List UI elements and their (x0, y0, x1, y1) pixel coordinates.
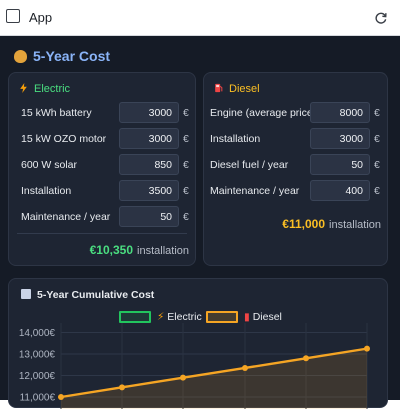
window-icon (6, 9, 20, 23)
electric-total: €10,350 installation (90, 243, 189, 257)
electric-row-label: Maintenance / year (21, 211, 111, 223)
app-title: App (29, 10, 53, 25)
diesel-row-label: Maintenance / year (210, 185, 300, 197)
electric-installation-input[interactable]: 3500 (119, 180, 179, 201)
diesel-total-suffix: installation (329, 219, 381, 231)
y-tick-label: 12,000€ (19, 371, 56, 382)
refresh-icon[interactable] (374, 11, 388, 25)
diesel-total-value: €11,000 (282, 217, 326, 231)
y-tick-label: 11,000€ (20, 393, 56, 404)
app-content: 5-Year Cost Electric 15 kWh battery 3000… (0, 36, 400, 409)
lightning-icon (20, 83, 27, 93)
y-tick-label: 14,000€ (19, 328, 56, 339)
electric-maintenance-input[interactable]: 50 (119, 206, 179, 227)
diesel-maintenance-input[interactable]: 400 (310, 180, 370, 201)
diesel-installation-input[interactable]: 3000 (310, 128, 370, 149)
electric-row-label: 15 kW OZO motor (21, 133, 107, 145)
engine-input[interactable]: 8000 (310, 102, 370, 123)
diesel-row-label: Engine (average price) (210, 107, 317, 119)
diesel-row-label: Diesel fuel / year (210, 159, 289, 171)
app-bar: App (0, 0, 400, 36)
diesel-fuel-input[interactable]: 50 (310, 154, 370, 175)
diesel-row-label: Installation (210, 133, 261, 145)
diesel-point (119, 384, 125, 391)
currency-unit: € (374, 159, 380, 171)
diesel-point (242, 364, 248, 371)
electric-total-suffix: installation (137, 245, 189, 257)
diesel-panel: Diesel Engine (average price) 8000 € Ins… (203, 72, 388, 266)
currency-unit: € (183, 185, 189, 197)
electric-total-value: €10,350 (89, 243, 134, 257)
electric-row-label: Installation (21, 185, 72, 197)
motor-input[interactable]: 3000 (119, 128, 179, 149)
diesel-point (58, 394, 64, 400)
electric-row-label: 600 W solar (21, 159, 78, 171)
currency-unit: € (183, 211, 189, 223)
currency-unit: € (374, 185, 380, 197)
electric-panel: Electric 15 kWh battery 3000 € 15 kW OZO… (8, 72, 196, 266)
diesel-point (303, 355, 309, 362)
battery-input[interactable]: 3000 (119, 102, 179, 123)
diesel-point (364, 345, 370, 352)
currency-unit: € (374, 107, 380, 119)
divider (17, 233, 187, 234)
money-bag-icon (14, 50, 27, 63)
solar-input[interactable]: 850 (119, 154, 179, 175)
cumulative-cost-chart: 5-Year Cumulative Cost ⚡ Electric ▮ Dies… (8, 278, 388, 409)
currency-unit: € (183, 107, 189, 119)
page-title: 5-Year Cost (14, 48, 110, 64)
electric-row-label: 15 kWh battery (21, 107, 92, 119)
fuel-pump-icon (215, 83, 223, 93)
chart-plot: 14,000€ 13,000€ 12,000€ 11,000€ (19, 323, 370, 409)
diesel-point (180, 374, 186, 381)
diesel-total: €11,000 installation (282, 217, 381, 231)
currency-unit: € (183, 133, 189, 145)
y-tick-label: 13,000€ (19, 350, 56, 361)
diesel-header: Diesel (214, 83, 260, 95)
electric-header: Electric (19, 83, 70, 95)
currency-unit: € (183, 159, 189, 171)
y-axis-ticks: 14,000€ 13,000€ 12,000€ 11,000€ (19, 328, 56, 404)
currency-unit: € (374, 133, 380, 145)
